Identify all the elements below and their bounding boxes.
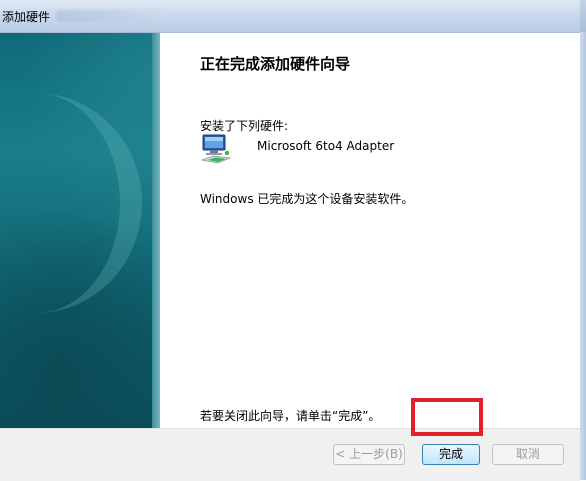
finish-hint-text: 若要关闭此向导，请单击“完成”。 xyxy=(200,409,381,423)
back-button[interactable]: < 上一步(B) xyxy=(333,444,405,465)
button-bar: < 上一步(B) 完成 取消 xyxy=(0,428,580,481)
blurred-title-detail xyxy=(56,10,166,22)
finish-button[interactable]: 完成 xyxy=(422,444,480,465)
installed-hardware-label: 安装了下列硬件: xyxy=(200,119,289,133)
cancel-button[interactable]: 取消 xyxy=(492,444,564,465)
wizard-sidebar-graphic xyxy=(0,33,160,428)
install-status-text: Windows 已完成为这个设备安装软件。 xyxy=(200,192,414,206)
network-adapter-icon xyxy=(200,133,232,165)
wizard-heading: 正在完成添加硬件向导 xyxy=(200,55,351,73)
window-title: 添加硬件 xyxy=(2,10,51,24)
title-bar: 添加硬件 xyxy=(0,0,586,33)
sidebar-edge xyxy=(152,33,160,428)
sidebar-decoration xyxy=(0,93,142,313)
device-name: Microsoft 6to4 Adapter xyxy=(257,139,395,153)
window-frame-right xyxy=(580,32,586,480)
wizard-window: 正在完成添加硬件向导 安装了下列硬件: Microsoft 6to4 Adapt… xyxy=(0,33,580,481)
window-frame-edge xyxy=(580,0,586,32)
